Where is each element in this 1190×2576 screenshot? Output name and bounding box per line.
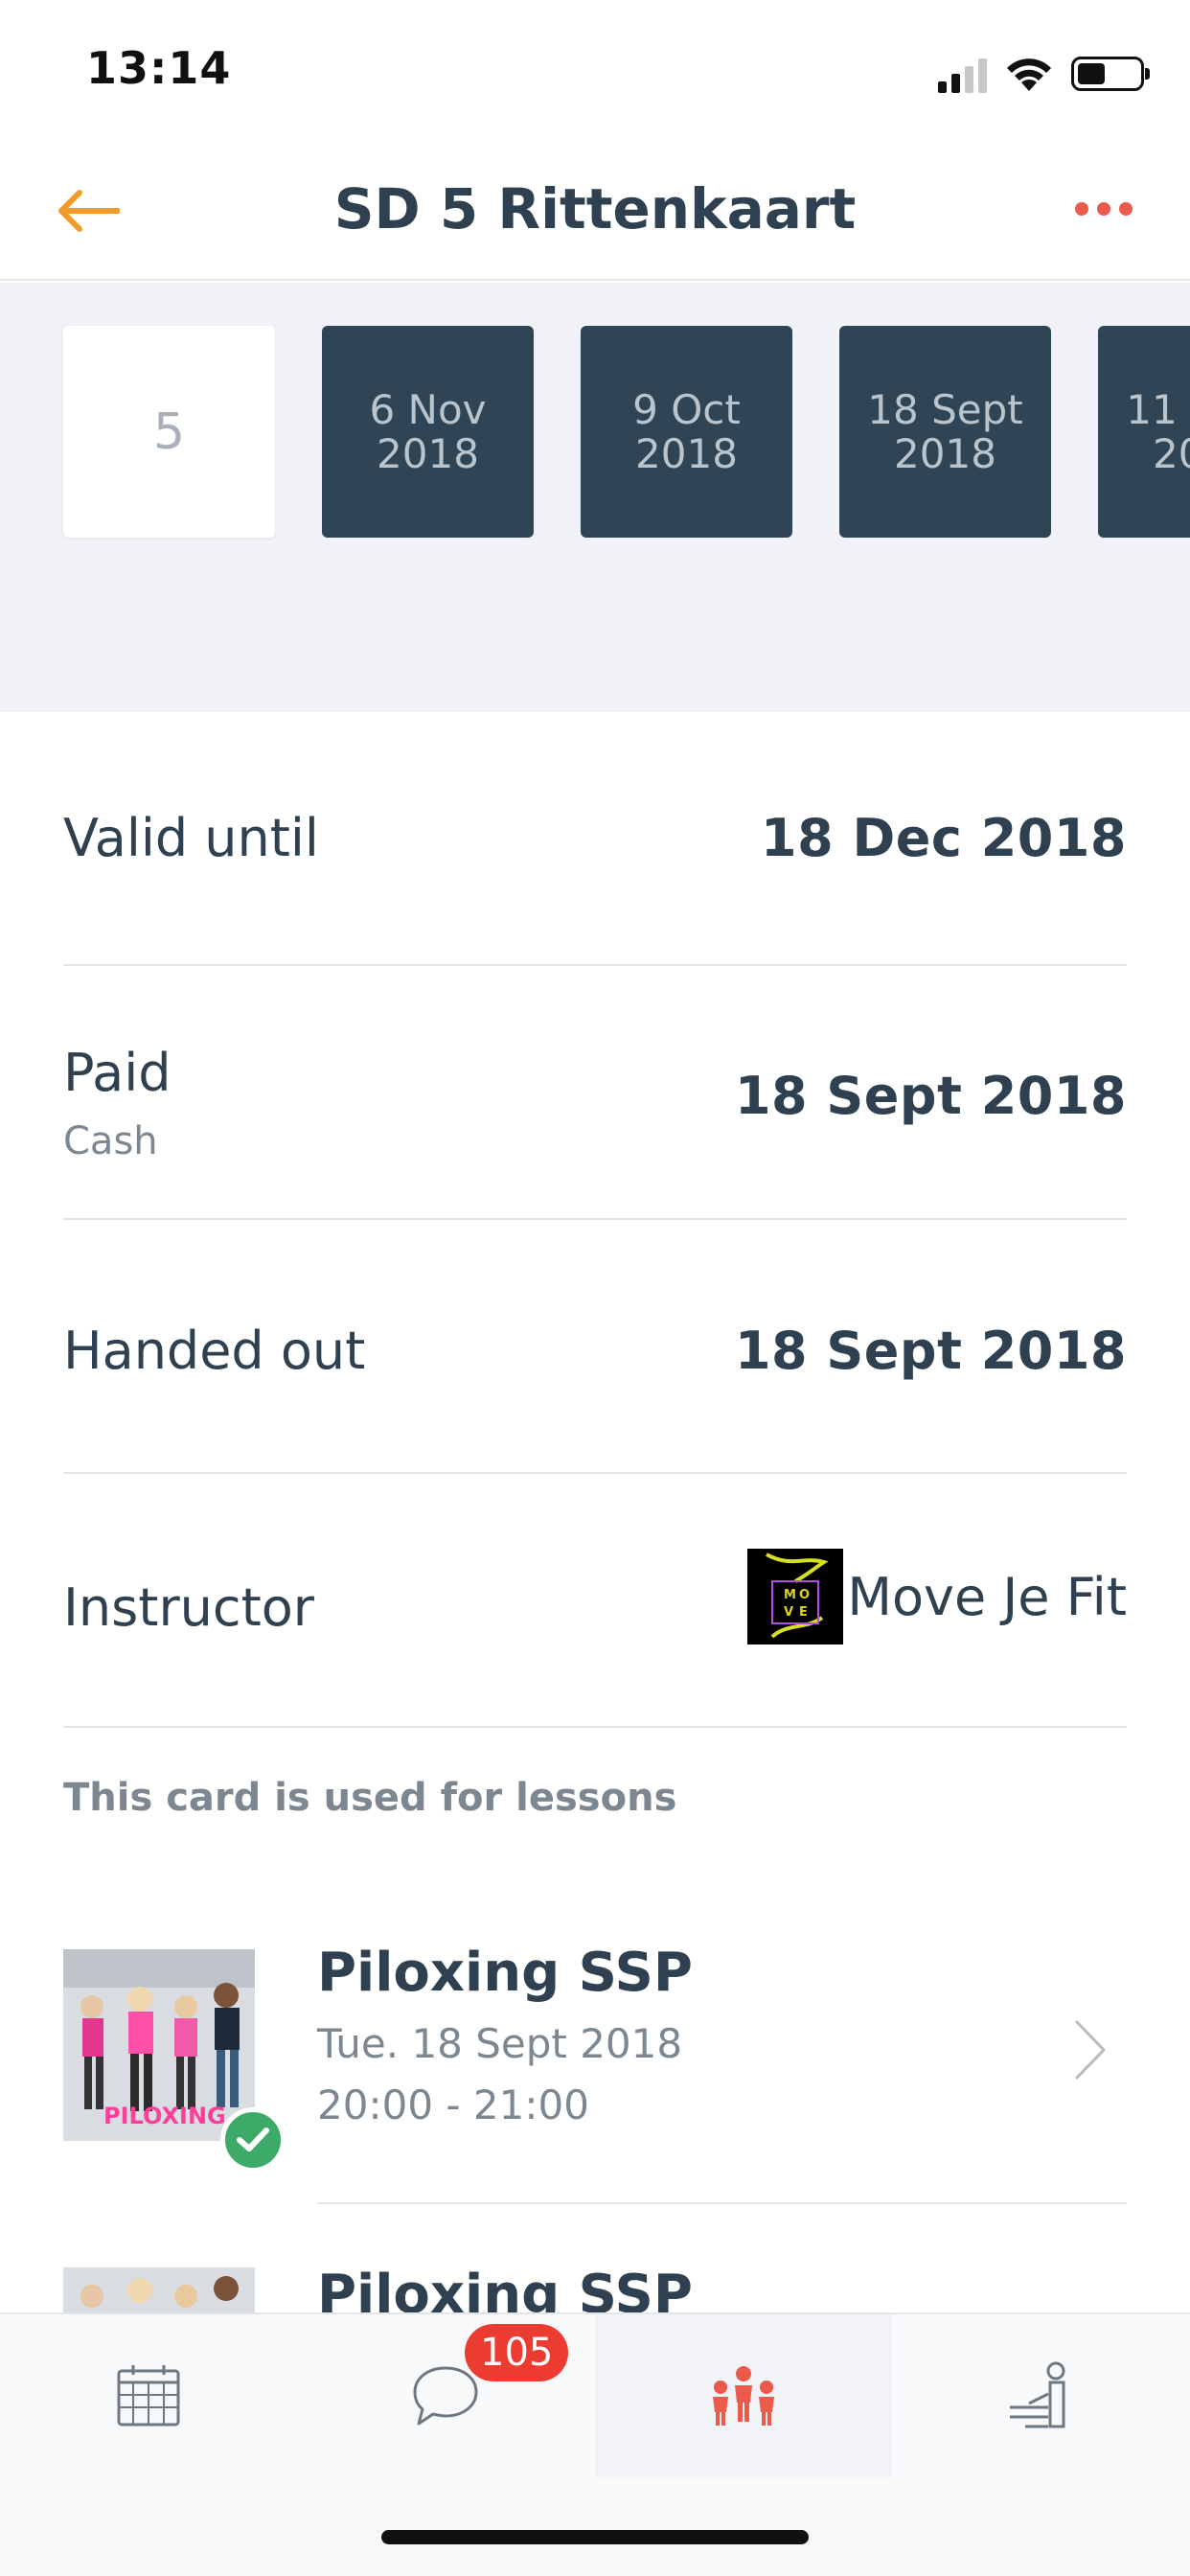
piloxing-photo: PILOXING [63, 1949, 255, 2141]
lesson-thumbnail: PILOXING [63, 1949, 255, 2141]
ride-date-tile: 11 Sept 2018 [1098, 326, 1190, 538]
valid-until-value: 18 Dec 2018 [761, 808, 1127, 868]
profile-icon [1010, 2361, 1065, 2428]
more-options-button[interactable] [1065, 180, 1142, 238]
ride-date-tile: 9 Oct 2018 [581, 326, 792, 538]
lesson-time: 20:00 - 21:00 [317, 2082, 589, 2128]
status-time: 13:14 [86, 42, 232, 94]
handed-out-label: Handed out [63, 1321, 366, 1381]
lesson-title: Piloxing SSP [317, 1942, 693, 2004]
thumb-brand-text: PILOXING [103, 2103, 226, 2129]
status-icons [938, 50, 1150, 98]
community-icon [713, 2366, 774, 2426]
wifi-icon [1007, 58, 1051, 91]
lesson-thumbnail [63, 2267, 255, 2312]
paid-row: Paid Cash 18 Sept 2018 [63, 966, 1127, 1220]
instructor-row[interactable]: Instructor M O V E Move Je Fit [63, 1474, 1127, 1728]
handed-out-row: Handed out 18 Sept 2018 [63, 1220, 1127, 1474]
page-title: SD 5 Rittenkaart [333, 176, 857, 242]
lesson-date: Tue. 18 Sept 2018 [317, 2020, 683, 2067]
remaining-rides-tile: 5 [63, 326, 275, 538]
paid-label: Paid [63, 1043, 172, 1103]
instructor-name: Move Je Fit [847, 1566, 1127, 1627]
lessons-caption: This card is used for lessons [63, 1776, 677, 1820]
handed-out-value: 18 Sept 2018 [734, 1321, 1127, 1381]
svg-text:O: O [799, 1588, 810, 1602]
ride-tiles[interactable]: 5 6 Nov 2018 9 Oct 2018 18 Sept 2018 11 … [63, 326, 1190, 538]
svg-text:M: M [784, 1588, 796, 1602]
valid-until-label: Valid until [63, 808, 319, 868]
tab-profile[interactable] [892, 2314, 1189, 2477]
instructor-label: Instructor [63, 1577, 314, 1638]
tab-community[interactable] [595, 2314, 892, 2477]
paid-value: 18 Sept 2018 [734, 1066, 1127, 1126]
card-details: Valid until 18 Dec 2018 Paid Cash 18 Sep… [63, 712, 1127, 1728]
messages-badge: 105 [465, 2324, 569, 2381]
divider [317, 2202, 1127, 2204]
tab-calendar[interactable] [0, 2314, 297, 2477]
move-logo-icon: M O V E [766, 1552, 830, 1639]
lesson-item[interactable]: Piloxing SSP [0, 2267, 1190, 2312]
instructor-info[interactable]: M O V E Move Je Fit [747, 1549, 1127, 1644]
cellular-signal-icon [938, 55, 987, 93]
chevron-right-icon [1075, 2020, 1106, 2080]
lesson-item[interactable]: PILOXING Piloxing SSP Tue. 18 Sept 2018 … [0, 1942, 1190, 2208]
ride-date-tile: 18 Sept 2018 [839, 326, 1051, 538]
svg-text:E: E [799, 1605, 808, 1620]
lesson-title: Piloxing SSP [317, 2267, 693, 2312]
status-bar: 13:14 [0, 0, 1190, 144]
valid-until-row: Valid until 18 Dec 2018 [63, 712, 1127, 966]
home-indicator [381, 2530, 809, 2544]
svg-text:V: V [784, 1605, 793, 1620]
attended-check-icon [220, 2107, 286, 2173]
chat-icon [413, 2366, 478, 2426]
instructor-logo: M O V E [747, 1549, 844, 1644]
payment-method: Cash [63, 1119, 158, 1163]
ride-date-tile: 6 Nov 2018 [322, 326, 534, 538]
navigation-bar: SD 5 Rittenkaart [0, 144, 1190, 281]
calendar-icon [117, 2365, 180, 2426]
ride-strip: 5 6 Nov 2018 9 Oct 2018 18 Sept 2018 11 … [0, 283, 1190, 712]
battery-icon [1071, 57, 1150, 91]
